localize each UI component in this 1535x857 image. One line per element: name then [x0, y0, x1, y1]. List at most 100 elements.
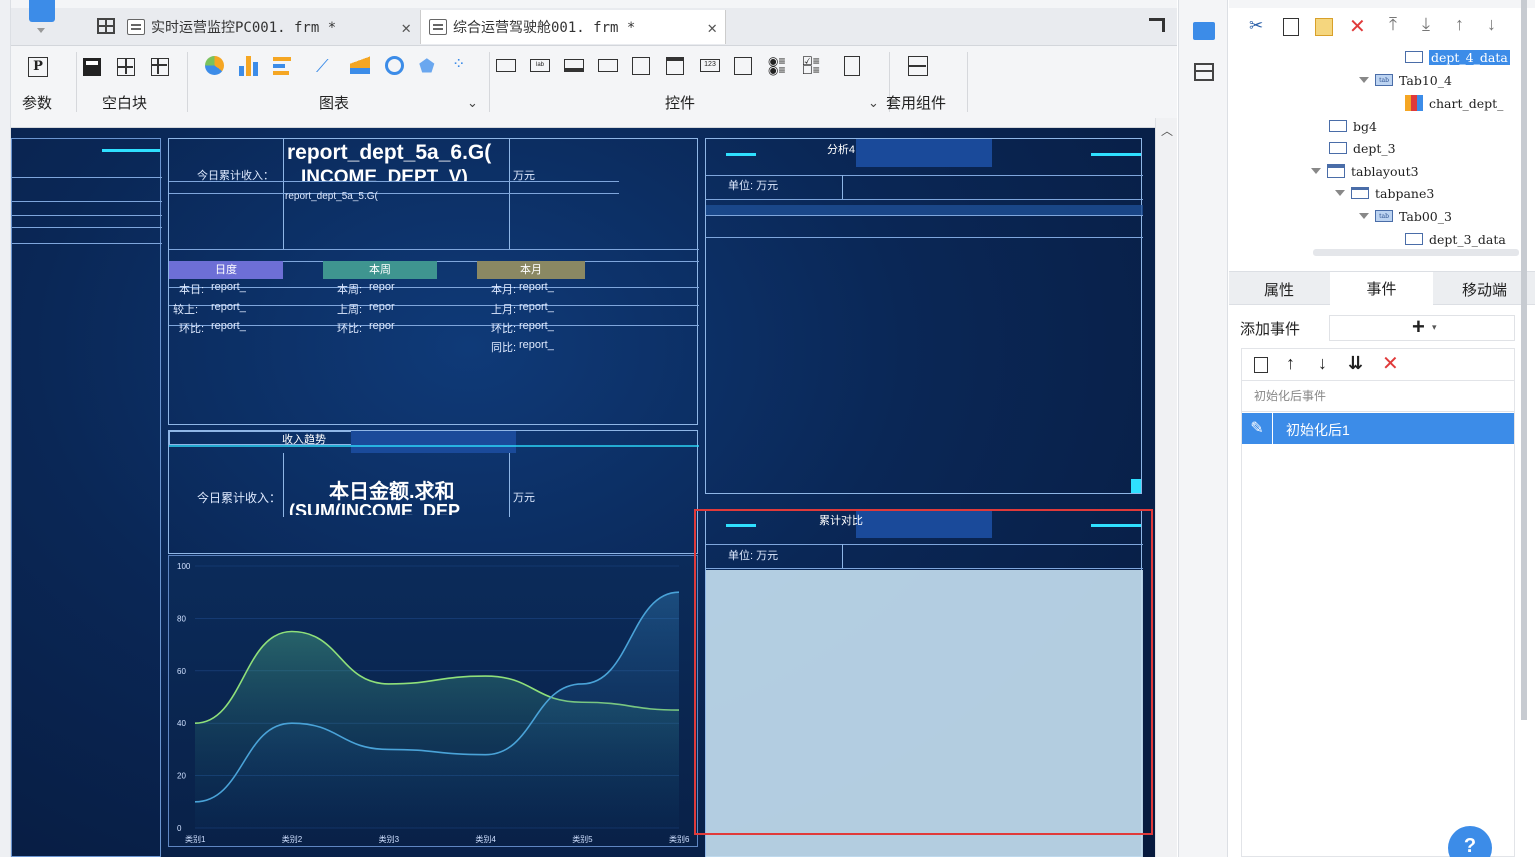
- widget-panel-icon[interactable]: [1193, 22, 1215, 40]
- expand-caret-icon[interactable]: [1359, 213, 1369, 219]
- canvas-scrollbar[interactable]: ︿: [1155, 118, 1177, 857]
- move-top-icon[interactable]: ⤒: [1389, 14, 1397, 35]
- radio-widget-icon[interactable]: ◉≡ ◉≡: [768, 55, 786, 76]
- scroll-up-icon[interactable]: ︿: [1161, 122, 1173, 139]
- table-layout-icon[interactable]: [151, 58, 169, 76]
- income-trend-panel[interactable]: 收入趋势 今日累计收入： 本日金额.求和 (SUM(INCOME_DEP 万元: [168, 430, 699, 554]
- layout-grid-icon[interactable]: [117, 58, 135, 76]
- widget-group-dropdown-icon[interactable]: ⌄: [868, 95, 879, 111]
- gauge-chart-icon[interactable]: [385, 56, 404, 75]
- summary-panel[interactable]: 今日累计收入： report_dept_5a_6.G( INCOME_DEPT_…: [168, 138, 699, 425]
- event-item[interactable]: ✎ 初始化后1: [1242, 413, 1514, 444]
- day-row-3: 环比:: [179, 323, 205, 335]
- event-delete-icon[interactable]: ✕: [1382, 351, 1399, 376]
- expand-caret-icon[interactable]: [1359, 77, 1369, 83]
- tab-mobile[interactable]: 移动端: [1434, 273, 1535, 305]
- left-collapse-strip[interactable]: [0, 0, 11, 857]
- move-up-icon[interactable]: ↑: [1455, 14, 1464, 35]
- logo-dropdown-icon[interactable]: [37, 28, 45, 33]
- income-chart[interactable]: 100 80 60 40 20 0 类别1 类别2 类别3 类别4 类别5 类别6: [168, 555, 698, 847]
- event-up-icon[interactable]: ↑: [1286, 353, 1295, 374]
- expand-caret-icon[interactable]: [1311, 168, 1321, 174]
- close-tab-icon[interactable]: ✕: [707, 18, 717, 37]
- block-icon: [1405, 233, 1423, 245]
- month-row-4: 同比:: [491, 342, 517, 354]
- param-icon[interactable]: P: [28, 57, 48, 77]
- analysis-panel[interactable]: 分析4 单位: 万元: [705, 138, 1143, 494]
- calendar-widget-icon[interactable]: [666, 57, 684, 75]
- tree-item-chartdept[interactable]: chart_dept_: [1405, 92, 1503, 114]
- line-chart-icon[interactable]: ⟋: [316, 56, 329, 77]
- tree-hscrollbar[interactable]: [1313, 249, 1519, 256]
- tab-menu-icon[interactable]: [1149, 18, 1165, 32]
- tab-events[interactable]: 事件: [1330, 272, 1433, 305]
- checkbox-widget-icon[interactable]: ☑≡ ☐≡: [802, 55, 820, 76]
- tree-item-tablayout3[interactable]: tablayout3: [1311, 160, 1419, 182]
- cut-icon[interactable]: ✂: [1249, 16, 1263, 36]
- unit-label-2: 万元: [513, 492, 535, 504]
- chart-group-dropdown-icon[interactable]: ⌄: [467, 95, 478, 111]
- paste-icon[interactable]: [1315, 18, 1333, 36]
- designer-logo-icon[interactable]: [29, 0, 55, 22]
- label-widget-icon[interactable]: lab: [530, 59, 550, 72]
- pie-chart-icon[interactable]: [205, 56, 224, 75]
- report-cell: report_dept_5a_5.G(: [285, 191, 378, 202]
- layout-panel-icon[interactable]: [1194, 63, 1214, 81]
- dropdown-widget-icon[interactable]: [598, 59, 618, 72]
- tree-item-tabpane3[interactable]: tabpane3: [1335, 182, 1434, 204]
- tab-icon: tab: [1375, 74, 1393, 86]
- tab-cockpit[interactable]: 综合运营驾驶舱001. frm * ✕: [420, 10, 726, 44]
- hbar-chart-icon[interactable]: [273, 56, 293, 76]
- add-event-label: 添加事件: [1240, 321, 1301, 338]
- scatter-chart-icon[interactable]: ⁘: [452, 54, 465, 74]
- edit-icon[interactable]: ✎: [1242, 413, 1273, 444]
- delete-icon[interactable]: ✕: [1349, 14, 1366, 39]
- design-canvas[interactable]: 今日累计收入： report_dept_5a_6.G( INCOME_DEPT_…: [11, 128, 1155, 857]
- move-down-icon[interactable]: ↓: [1487, 14, 1496, 35]
- tree-label: Tab10_4: [1399, 72, 1452, 88]
- month-val-1: report_: [519, 281, 554, 293]
- radar-chart-icon[interactable]: ⬟: [419, 56, 435, 77]
- close-tab-icon[interactable]: ✕: [401, 18, 411, 37]
- event-down-icon[interactable]: ↓: [1318, 353, 1327, 374]
- col-head-week: 本周: [323, 261, 437, 279]
- tab-realtime-monitor[interactable]: 实时运营监控PC001. frm * ✕: [119, 10, 419, 44]
- move-bottom-icon[interactable]: ⤓: [1422, 14, 1430, 35]
- number-widget-icon[interactable]: 123: [700, 59, 720, 72]
- event-section-label: 初始化后事件: [1254, 389, 1327, 403]
- week-val-1: repor: [369, 281, 395, 293]
- month-val-2: report_: [519, 301, 554, 313]
- tree-item-dept3data[interactable]: dept_3_data: [1405, 228, 1506, 250]
- date-widget-icon[interactable]: [632, 57, 650, 75]
- month-val-4: report_: [519, 339, 554, 351]
- bar-chart-icon[interactable]: [239, 56, 259, 76]
- tree-label: Tab00_3: [1399, 208, 1452, 224]
- search-widget-icon[interactable]: [844, 56, 860, 76]
- tab-properties[interactable]: 属性: [1229, 273, 1329, 305]
- expand-caret-icon[interactable]: [1335, 190, 1345, 196]
- panel-scrollbar[interactable]: [1521, 0, 1527, 720]
- area-chart-icon[interactable]: [350, 56, 370, 74]
- today-income-label-2: 今日累计收入：: [197, 491, 282, 505]
- textarea-widget-icon[interactable]: [734, 57, 752, 75]
- tree-item-dept3[interactable]: dept_3: [1329, 137, 1396, 159]
- analysis-title: 分析4: [826, 144, 856, 156]
- tree-item-bg4[interactable]: bg4: [1329, 115, 1377, 137]
- event-sort-icon[interactable]: ⇊: [1348, 353, 1363, 374]
- text-widget-icon[interactable]: [564, 59, 584, 72]
- event-copy-icon[interactable]: [1254, 357, 1268, 373]
- day-val-3: report_: [211, 320, 246, 332]
- month-row-2: 上月:: [491, 304, 517, 316]
- add-event-select[interactable]: + ▾: [1329, 314, 1515, 341]
- col-head-day: 日度: [169, 261, 283, 279]
- copy-icon[interactable]: [1283, 18, 1299, 36]
- tree-item-tab00[interactable]: tab Tab00_3: [1359, 205, 1452, 227]
- button-widget-icon[interactable]: [496, 59, 516, 72]
- selection-frame[interactable]: [694, 509, 1153, 835]
- left-side-panel[interactable]: [11, 138, 162, 857]
- grid-view-icon[interactable]: [97, 18, 115, 34]
- tree-item-tab10[interactable]: tab Tab10_4: [1359, 69, 1452, 91]
- apply-component-icon[interactable]: [908, 56, 928, 76]
- tree-item-dept4data[interactable]: dept_4_data: [1405, 46, 1510, 68]
- blank-block-icon[interactable]: [83, 58, 101, 76]
